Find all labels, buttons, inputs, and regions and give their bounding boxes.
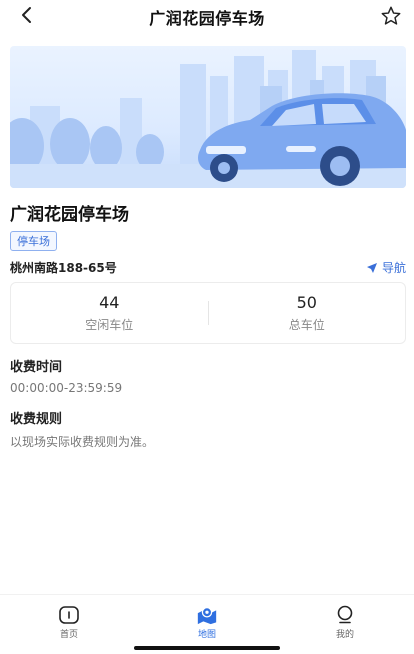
total-spaces-stat: 50 总车位 — [209, 293, 406, 333]
tab-map-label: 地图 — [197, 630, 216, 640]
tab-profile-label: 我的 — [335, 630, 354, 640]
fee-time-title: 收费时间 — [10, 360, 63, 375]
tab-profile[interactable]: 我的 — [276, 595, 414, 654]
parking-info: 广润花园停车场 停车场 桃州南路188-65号 导航 — [10, 200, 406, 276]
tab-home-label: 首页 — [59, 630, 78, 640]
fee-rule-value: 以现场实际收费规则为准。 — [10, 435, 155, 449]
parking-banner-image — [10, 46, 406, 188]
tab-home[interactable]: 首页 — [0, 595, 138, 654]
fee-time-section: 收费时间 00:00:00-23:59:59 — [10, 356, 406, 395]
navigation-arrow-icon — [366, 262, 377, 273]
fee-time-value: 00:00:00-23:59:59 — [10, 381, 123, 395]
free-spaces-label: 空闲车位 — [85, 318, 134, 332]
favorite-button[interactable] — [378, 3, 404, 29]
free-spaces-value: 44 — [99, 293, 120, 312]
address-row: 桃州南路188-65号 导航 — [10, 259, 406, 276]
spaces-card: 44 空闲车位 50 总车位 — [10, 282, 406, 344]
parking-address: 桃州南路188-65号 — [10, 261, 117, 275]
free-spaces-stat: 44 空闲车位 — [11, 293, 208, 333]
home-indicator — [134, 646, 280, 650]
parking-type-tag: 停车场 — [10, 231, 57, 251]
total-spaces-label: 总车位 — [288, 318, 325, 332]
back-button[interactable] — [14, 3, 38, 27]
top-nav-bar: 广润花园停车场 — [0, 0, 414, 34]
navigate-button[interactable]: 导航 — [366, 259, 406, 276]
chevron-left-icon — [22, 7, 31, 23]
profile-icon — [334, 605, 356, 625]
fee-rule-section: 收费规则 以现场实际收费规则为准。 — [10, 408, 406, 450]
fee-rule-title: 收费规则 — [10, 412, 63, 427]
parking-name: 广润花园停车场 — [10, 205, 129, 225]
star-outline-icon — [381, 6, 401, 25]
navigate-label: 导航 — [381, 261, 406, 275]
bottom-tab-bar: 首页 地图 我的 — [0, 594, 414, 654]
home-icon — [58, 605, 80, 625]
page-title: 广润花园停车场 — [149, 9, 265, 28]
map-icon — [196, 605, 218, 625]
total-spaces-value: 50 — [296, 293, 317, 312]
